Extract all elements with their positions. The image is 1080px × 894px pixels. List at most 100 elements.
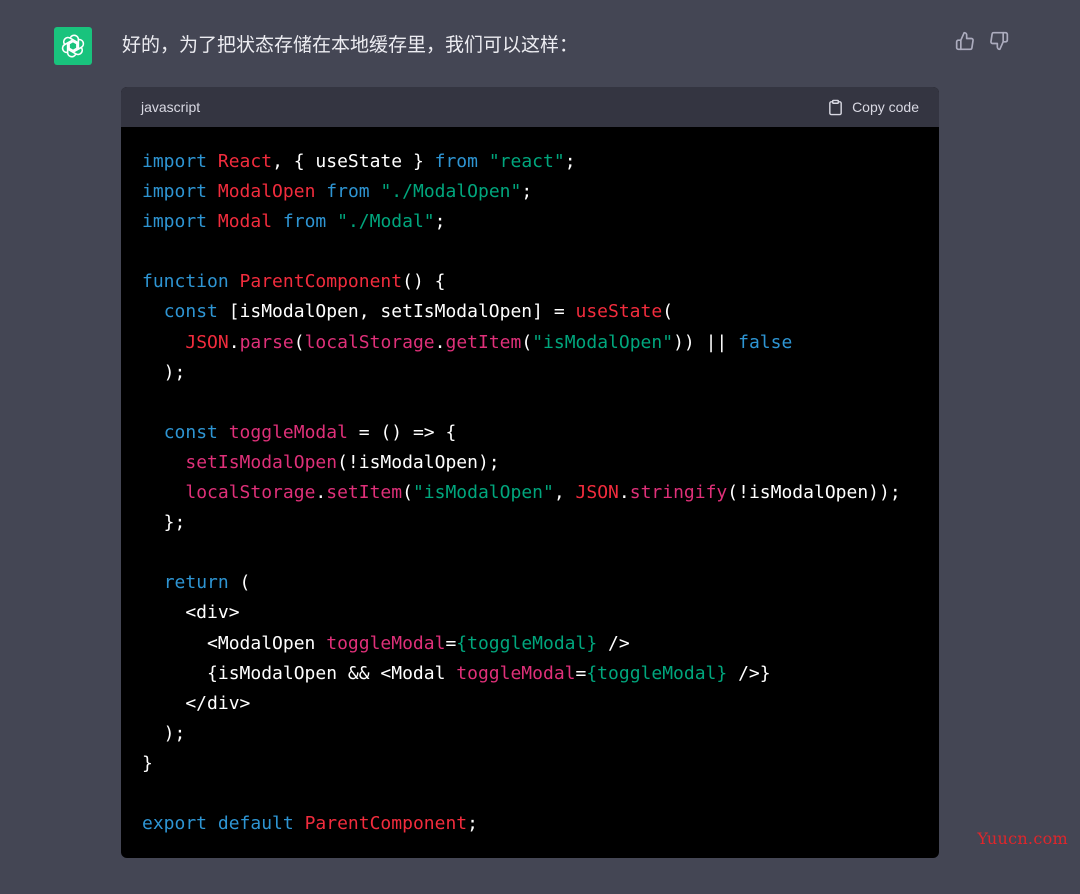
copy-code-button[interactable]: Copy code <box>827 99 919 116</box>
code-line: function ParentComponent() { <box>142 267 919 297</box>
code-token: } <box>142 752 153 774</box>
code-line: const [isModalOpen, setIsModalOpen] = us… <box>142 297 919 327</box>
code-line: import ModalOpen from "./ModalOpen"; <box>142 177 919 207</box>
thumbs-down-icon <box>990 31 1009 51</box>
code-token: ( <box>521 331 533 353</box>
openai-logo-icon <box>61 34 85 58</box>
like-button[interactable] <box>954 30 976 52</box>
assistant-message: 好的，为了把状态存储在本地缓存里，我们可以这样： <box>122 34 579 56</box>
code-token: () { <box>402 271 446 293</box>
code-line: {isModalOpen && <Modal toggleModal={togg… <box>142 659 919 689</box>
code-token: default <box>217 813 294 835</box>
code-token: const <box>163 421 218 443</box>
code-header: javascript Copy code <box>121 87 939 127</box>
code-token: stringify <box>629 482 728 504</box>
dislike-button[interactable] <box>988 30 1010 52</box>
thumbs-up-icon <box>955 31 974 51</box>
code-line: import React, { useState } from "react"; <box>142 147 919 177</box>
code-token: ParentComponent <box>304 813 468 835</box>
clipboard-icon <box>829 99 842 115</box>
code-token: Modal <box>217 211 273 233</box>
code-token: JSON <box>185 331 229 353</box>
code-token: [isModalOpen, setIsModalOpen] = <box>217 301 576 323</box>
code-token: , <box>553 482 576 504</box>
code-token: "isModalOpen" <box>532 331 674 353</box>
code-token: ModalOpen <box>217 181 316 203</box>
code-token: . <box>618 482 630 504</box>
code-token: localStorage <box>185 482 316 504</box>
code-token: ); <box>142 361 186 383</box>
code-line: localStorage.setItem("isModalOpen", JSON… <box>142 478 919 508</box>
code-token: import <box>142 181 208 203</box>
code-block: javascript Copy code import React, { use… <box>121 87 939 858</box>
copy-code-label: Copy code <box>852 99 919 115</box>
code-token: = <box>575 662 587 684</box>
code-line: <div> <box>142 598 919 628</box>
code-token: parse <box>239 331 294 353</box>
code-line: setIsModalOpen(!isModalOpen); <box>142 448 919 478</box>
code-token: "./ModalOpen" <box>380 181 522 203</box>
code-token: ; <box>564 151 576 172</box>
code-token: setIsModalOpen <box>185 451 338 473</box>
code-token: ( <box>662 301 674 323</box>
code-token: const <box>163 301 218 323</box>
code-token: ( <box>402 482 413 504</box>
code-token: function <box>142 271 229 293</box>
code-line: ); <box>142 358 919 388</box>
code-token: = <box>445 632 457 654</box>
code-token: ( <box>228 572 251 594</box>
code-token: (!isModalOpen); <box>337 451 500 473</box>
code-token: <div> <box>142 602 240 624</box>
code-token: <ModalOpen <box>142 632 327 654</box>
feedback-buttons <box>954 30 1010 52</box>
code-token: ); <box>142 722 186 744</box>
code-token: import <box>142 211 208 233</box>
code-content[interactable]: import React, { useState } from "react";… <box>121 127 939 839</box>
code-token: ; <box>467 813 478 835</box>
code-line: export default ParentComponent; <box>142 809 919 839</box>
code-line: const toggleModal = () => { <box>142 418 919 448</box>
code-token: JSON <box>575 482 619 504</box>
watermark: Yuucn.com <box>977 829 1068 848</box>
code-token: = () => { <box>347 421 457 443</box>
code-token: React <box>217 151 273 172</box>
code-token: ; <box>521 181 533 203</box>
code-line: </div> <box>142 689 919 719</box>
code-token: , { useState } <box>272 151 435 172</box>
code-line: }; <box>142 508 919 538</box>
code-line: } <box>142 749 919 779</box>
code-token: from <box>434 151 478 172</box>
code-token: false <box>738 331 793 353</box>
code-token: toggleModal <box>326 632 446 654</box>
code-token: "react" <box>488 151 565 172</box>
code-token: toggleModal <box>228 421 348 443</box>
code-line: import Modal from "./Modal"; <box>142 207 919 237</box>
code-line: ); <box>142 719 919 749</box>
code-token: return <box>163 572 229 594</box>
code-token: setItem <box>326 482 403 504</box>
code-line: JSON.parse(localStorage.getItem("isModal… <box>142 328 919 358</box>
code-token: </div> <box>142 692 251 714</box>
code-token: from <box>282 211 327 233</box>
assistant-avatar <box>54 27 92 65</box>
code-token: export <box>142 813 208 835</box>
code-token: getItem <box>445 331 522 353</box>
code-token: }; <box>142 512 186 534</box>
code-token: ; <box>434 211 446 233</box>
code-token: (!isModalOpen)); <box>727 482 901 504</box>
